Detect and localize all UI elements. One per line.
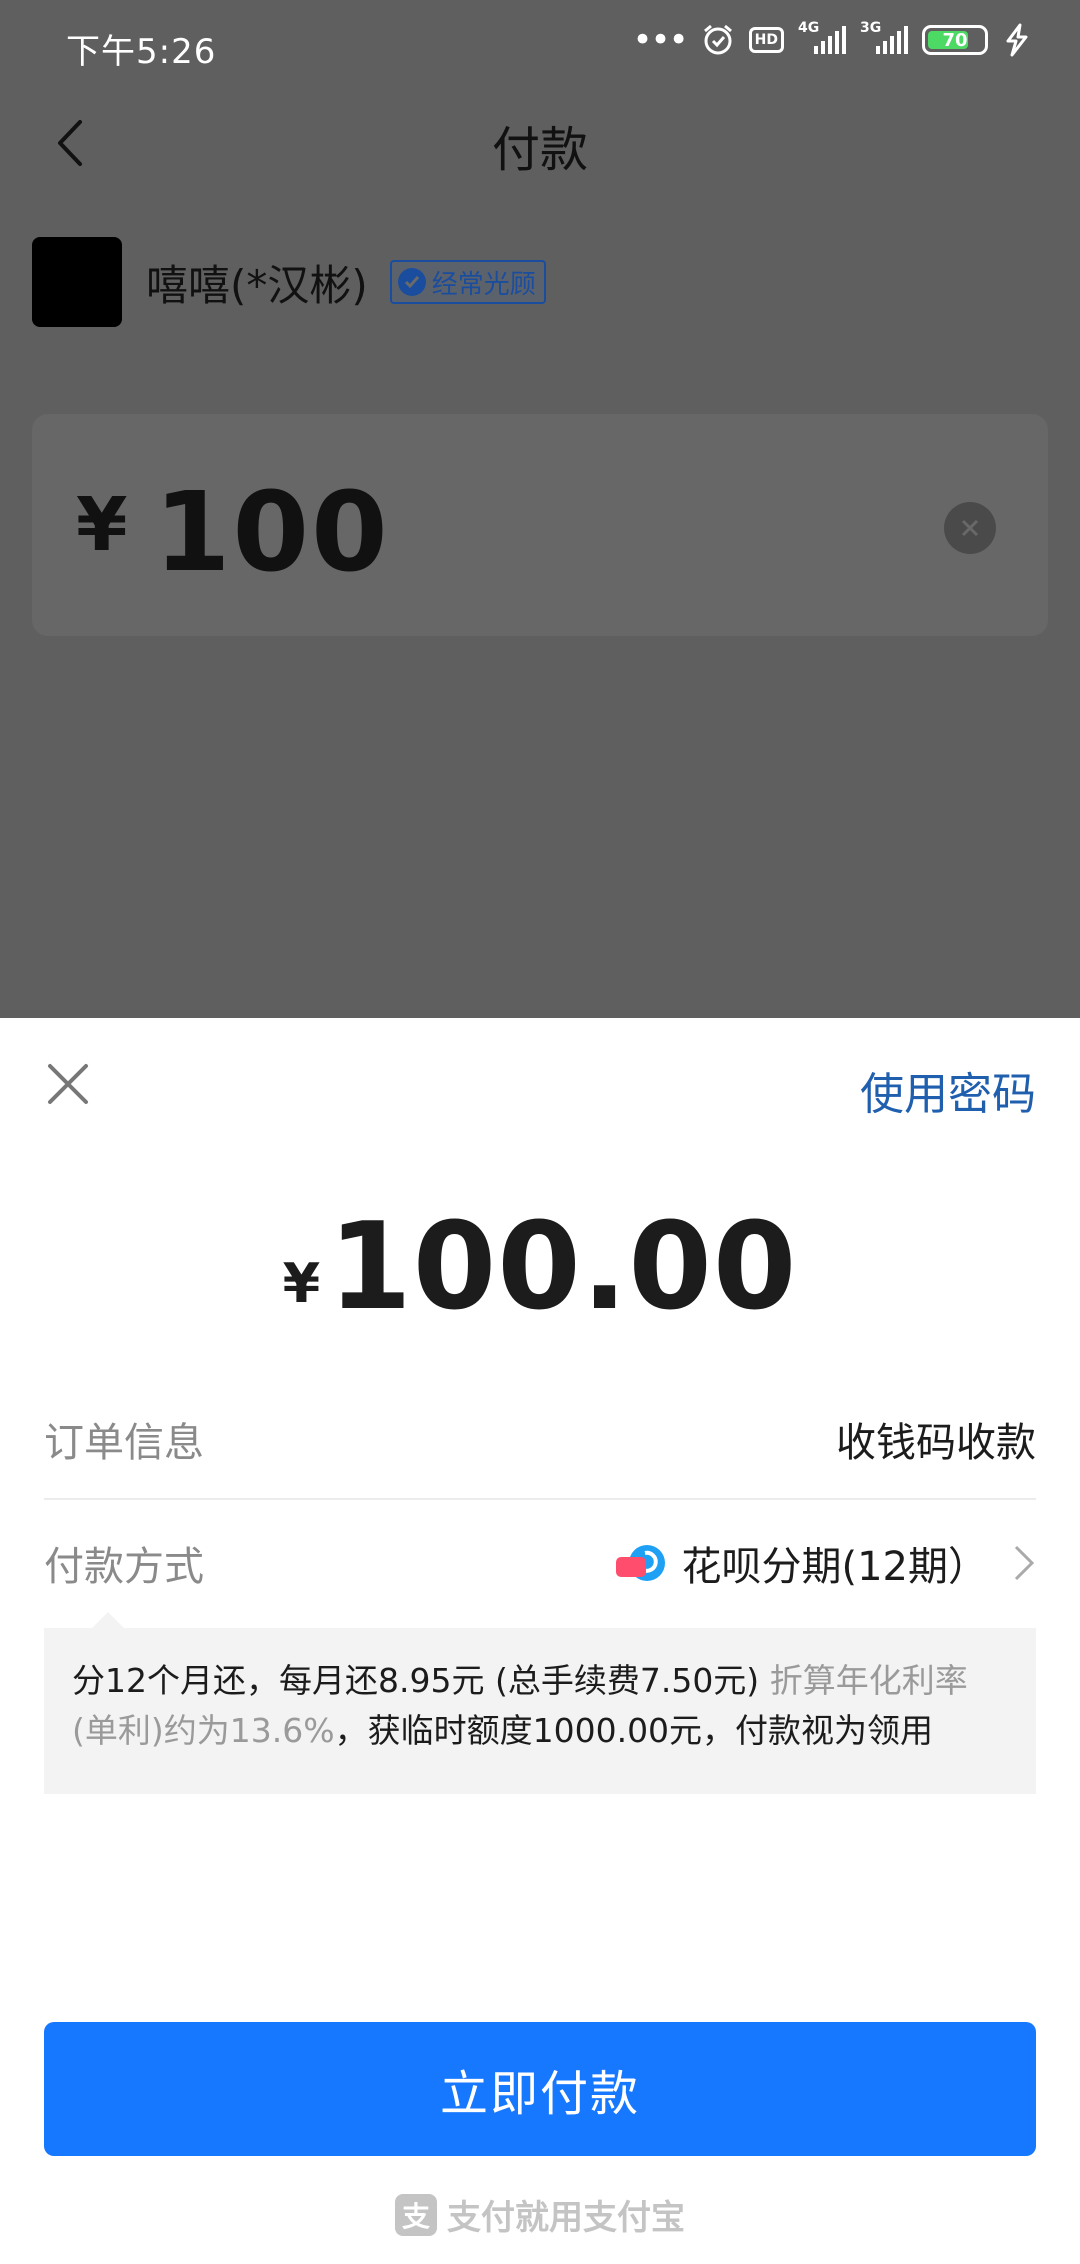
payment-amount: ¥100.00 xyxy=(0,1198,1080,1337)
page-title: 付款 xyxy=(491,122,588,178)
more-dots-icon: ••• xyxy=(632,20,688,60)
status-icons: ••• HD 4G 3G 70 xyxy=(632,20,1030,60)
payment-method-selector[interactable]: 花呗分期(12期） xyxy=(615,1534,1036,1592)
close-icon[interactable] xyxy=(44,1060,92,1108)
huabei-installment-icon xyxy=(615,1537,667,1589)
order-info-value: 收钱码收款 xyxy=(836,1420,1036,1466)
merchant-row: 嘻嘻(*汉彬) 经常光顾 xyxy=(32,236,546,328)
hd-icon: HD xyxy=(748,27,784,53)
amount-input-card[interactable]: ¥ 100 xyxy=(32,414,1048,636)
charging-icon xyxy=(1002,23,1030,57)
payment-sheet: 使用密码 ¥100.00 订单信息 收钱码收款 付款方式 花呗分期(12期） 分… xyxy=(0,1018,1080,2264)
payment-currency: ¥ xyxy=(282,1252,321,1315)
amount-currency: ¥ xyxy=(76,482,128,568)
pay-now-button[interactable]: 立即付款 xyxy=(44,2022,1036,2156)
installment-info-box: 分12个月还，每月还8.95元 (总手续费7.50元) 折算年化利率(单利)约为… xyxy=(44,1628,1036,1794)
alipay-logo-icon: 支 xyxy=(395,2193,437,2236)
status-time: 下午5:26 xyxy=(66,32,217,72)
payment-amount-value: 100.00 xyxy=(328,1198,798,1337)
order-info-row: 订单信息 收钱码收款 xyxy=(44,1394,1036,1484)
footer-brand: 支 支付就用支付宝 xyxy=(0,2190,1080,2239)
payment-method-value: 花呗分期(12期） xyxy=(681,1544,988,1590)
amount-input[interactable]: 100 xyxy=(154,468,390,596)
installment-info-main: 分12个月还，每月还8.95元 (总手续费7.50元) xyxy=(72,1661,770,1700)
avatar xyxy=(32,237,122,327)
signal-4g-icon: 4G xyxy=(798,20,846,56)
frequent-visitor-badge: 经常光顾 xyxy=(389,260,546,304)
divider xyxy=(44,1498,1036,1500)
order-info-label: 订单信息 xyxy=(44,1420,204,1466)
badge-label: 经常光顾 xyxy=(431,269,536,300)
use-password-link[interactable]: 使用密码 xyxy=(860,1058,1036,1122)
clear-icon[interactable] xyxy=(944,502,996,554)
payment-method-row[interactable]: 付款方式 花呗分期(12期） xyxy=(44,1518,1036,1608)
battery-icon: 70 xyxy=(922,25,988,55)
payment-method-label: 付款方式 xyxy=(44,1544,204,1590)
merchant-name: 嘻嘻(*汉彬) xyxy=(146,260,368,310)
check-icon xyxy=(397,268,426,296)
installment-info-tail: ，获临时额度1000.00元，付款视为领用 xyxy=(334,1711,934,1750)
chevron-right-icon xyxy=(1012,1543,1036,1583)
status-bar: 下午5:26 ••• HD 4G 3G 70 xyxy=(0,0,1080,76)
nav-header: 付款 xyxy=(0,76,1080,206)
battery-level: 70 xyxy=(942,29,968,51)
signal-3g-icon: 3G xyxy=(860,20,908,56)
footer-slogan: 支付就用支付宝 xyxy=(447,2198,685,2238)
alarm-icon xyxy=(701,23,735,57)
